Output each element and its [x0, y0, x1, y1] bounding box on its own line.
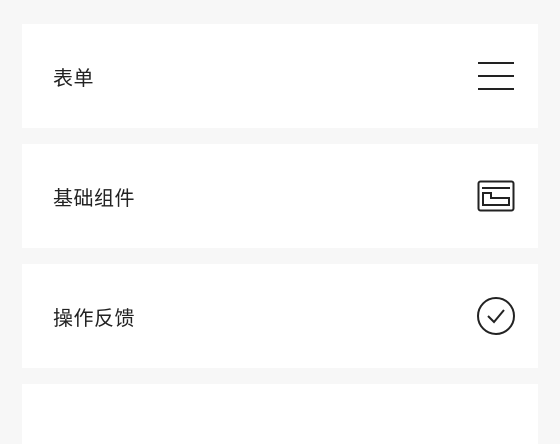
menu-item-label: 操作反馈 [53, 305, 135, 330]
menu-list: 表单 基础组件 操作反馈 [22, 24, 538, 444]
menu-lines-icon [476, 56, 516, 96]
menu-item-feedback[interactable]: 操作反馈 [22, 264, 538, 368]
menu-item-label: 基础组件 [53, 185, 135, 210]
window-icon [476, 176, 516, 216]
menu-item-label: 表单 [53, 65, 94, 90]
check-circle-icon [476, 296, 516, 336]
menu-item-partial[interactable] [22, 384, 538, 444]
menu-item-basic-components[interactable]: 基础组件 [22, 144, 538, 248]
menu-item-form[interactable]: 表单 [22, 24, 538, 128]
